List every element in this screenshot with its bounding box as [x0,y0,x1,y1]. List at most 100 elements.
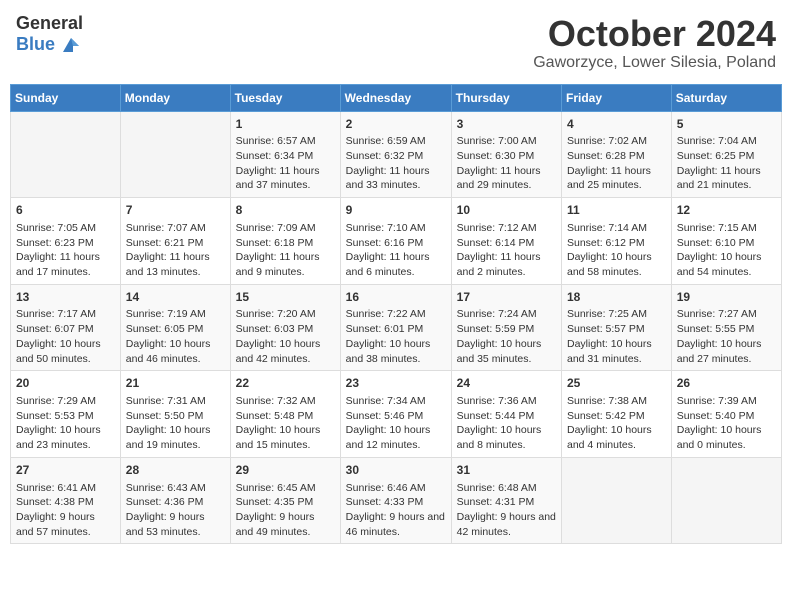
subtitle: Gaworzyce, Lower Silesia, Poland [533,54,776,72]
day-info: Sunrise: 7:15 AM Sunset: 6:10 PM Dayligh… [677,221,776,280]
day-number: 30 [346,462,446,479]
calendar-week-row: 27Sunrise: 6:41 AM Sunset: 4:38 PM Dayli… [11,457,782,544]
calendar-cell [11,111,121,198]
day-number: 25 [567,375,666,392]
calendar-cell: 25 Sunrise: 7:38 AM Sunset: 5:42 PM Dayli… [562,371,672,458]
calendar-cell [120,111,230,198]
day-number: 11 [567,202,666,219]
day-info: Sunrise: 6:57 AM Sunset: 6:34 PM Dayligh… [236,134,335,193]
calendar-cell: 30 Sunrise: 6:46 AM Sunset: 4:33 PM Dayli… [340,457,451,544]
calendar-cell: 19Sunrise: 7:27 AM Sunset: 5:55 PM Dayli… [671,284,781,371]
day-info: Sunrise: 7:14 AM Sunset: 6:12 PM Dayligh… [567,221,666,280]
day-info: Sunrise: 7:19 AM Sunset: 6:05 PM Dayligh… [126,307,225,366]
day-info: Sunrise: 7:31 AM Sunset: 5:50 PM Dayligh… [126,394,225,453]
day-info: Sunrise: 7:00 AM Sunset: 6:30 PM Dayligh… [457,134,556,193]
calendar-cell: 29Sunrise: 6:45 AM Sunset: 4:35 PM Dayli… [230,457,340,544]
day-number: 2 [346,116,446,133]
day-number: 8 [236,202,335,219]
calendar-cell: 27Sunrise: 6:41 AM Sunset: 4:38 PM Dayli… [11,457,121,544]
day-number: 6 [16,202,115,219]
calendar-cell: 16Sunrise: 7:22 AM Sunset: 6:01 PM Dayli… [340,284,451,371]
calendar-cell: 22 Sunrise: 7:32 AM Sunset: 5:48 PM Dayli… [230,371,340,458]
day-info: Sunrise: 7:22 AM Sunset: 6:01 PM Dayligh… [346,307,446,366]
calendar-week-row: 1Sunrise: 6:57 AM Sunset: 6:34 PM Daylig… [11,111,782,198]
day-info: Sunrise: 7:34 AM Sunset: 5:46 PM Dayligh… [346,394,446,453]
calendar-cell: 15Sunrise: 7:20 AM Sunset: 6:03 PM Dayli… [230,284,340,371]
day-info: Sunrise: 7:39 AM Sunset: 5:40 PM Dayligh… [677,394,776,453]
calendar-cell: 6 Sunrise: 7:05 AM Sunset: 6:23 PM Daylig… [11,198,121,285]
day-info: Sunrise: 7:25 AM Sunset: 5:57 PM Dayligh… [567,307,666,366]
day-number: 4 [567,116,666,133]
day-info: Sunrise: 6:41 AM Sunset: 4:38 PM Dayligh… [16,481,115,540]
calendar-cell: 17Sunrise: 7:24 AM Sunset: 5:59 PM Dayli… [451,284,561,371]
day-number: 18 [567,289,666,306]
calendar-header-monday: Monday [120,84,230,111]
day-info: Sunrise: 7:04 AM Sunset: 6:25 PM Dayligh… [677,134,776,193]
calendar-cell: 18Sunrise: 7:25 AM Sunset: 5:57 PM Dayli… [562,284,672,371]
day-number: 15 [236,289,335,306]
calendar-cell: 1Sunrise: 6:57 AM Sunset: 6:34 PM Daylig… [230,111,340,198]
calendar-cell: 7 Sunrise: 7:07 AM Sunset: 6:21 PM Daylig… [120,198,230,285]
day-number: 3 [457,116,556,133]
page-header: General Blue October 2024 Gaworzyce, Low… [10,10,782,76]
day-info: Sunrise: 7:02 AM Sunset: 6:28 PM Dayligh… [567,134,666,193]
calendar-header-row: SundayMondayTuesdayWednesdayThursdayFrid… [11,84,782,111]
day-info: Sunrise: 6:59 AM Sunset: 6:32 PM Dayligh… [346,134,446,193]
day-number: 23 [346,375,446,392]
calendar-week-row: 13Sunrise: 7:17 AM Sunset: 6:07 PM Dayli… [11,284,782,371]
day-number: 7 [126,202,225,219]
day-number: 28 [126,462,225,479]
main-title: October 2024 [533,14,776,54]
calendar-cell: 13Sunrise: 7:17 AM Sunset: 6:07 PM Dayli… [11,284,121,371]
logo: General Blue [16,14,83,56]
day-number: 13 [16,289,115,306]
day-number: 9 [346,202,446,219]
calendar-cell: 8 Sunrise: 7:09 AM Sunset: 6:18 PM Daylig… [230,198,340,285]
calendar-cell [562,457,672,544]
calendar-cell: 20Sunrise: 7:29 AM Sunset: 5:53 PM Dayli… [11,371,121,458]
day-info: Sunrise: 7:32 AM Sunset: 5:48 PM Dayligh… [236,394,335,453]
calendar-cell: 4Sunrise: 7:02 AM Sunset: 6:28 PM Daylig… [562,111,672,198]
calendar-cell: 9 Sunrise: 7:10 AM Sunset: 6:16 PM Daylig… [340,198,451,285]
day-info: Sunrise: 7:05 AM Sunset: 6:23 PM Dayligh… [16,221,115,280]
day-number: 29 [236,462,335,479]
day-info: Sunrise: 7:38 AM Sunset: 5:42 PM Dayligh… [567,394,666,453]
day-info: Sunrise: 7:20 AM Sunset: 6:03 PM Dayligh… [236,307,335,366]
calendar-cell: 23 Sunrise: 7:34 AM Sunset: 5:46 PM Dayli… [340,371,451,458]
day-number: 12 [677,202,776,219]
calendar-cell [671,457,781,544]
day-number: 5 [677,116,776,133]
calendar-cell: 31 Sunrise: 6:48 AM Sunset: 4:31 PM Dayli… [451,457,561,544]
day-number: 10 [457,202,556,219]
day-info: Sunrise: 6:43 AM Sunset: 4:36 PM Dayligh… [126,481,225,540]
day-info: Sunrise: 6:48 AM Sunset: 4:31 PM Dayligh… [457,481,556,540]
calendar-header-saturday: Saturday [671,84,781,111]
day-info: Sunrise: 7:24 AM Sunset: 5:59 PM Dayligh… [457,307,556,366]
day-number: 26 [677,375,776,392]
day-info: Sunrise: 7:10 AM Sunset: 6:16 PM Dayligh… [346,221,446,280]
day-number: 31 [457,462,556,479]
calendar-cell: 12 Sunrise: 7:15 AM Sunset: 6:10 PM Dayli… [671,198,781,285]
day-info: Sunrise: 7:36 AM Sunset: 5:44 PM Dayligh… [457,394,556,453]
day-number: 1 [236,116,335,133]
calendar-cell: 10Sunrise: 7:12 AM Sunset: 6:14 PM Dayli… [451,198,561,285]
day-info: Sunrise: 7:09 AM Sunset: 6:18 PM Dayligh… [236,221,335,280]
calendar-header-sunday: Sunday [11,84,121,111]
calendar-header-thursday: Thursday [451,84,561,111]
day-number: 22 [236,375,335,392]
calendar-cell: 28 Sunrise: 6:43 AM Sunset: 4:36 PM Dayli… [120,457,230,544]
title-block: October 2024 Gaworzyce, Lower Silesia, P… [533,14,776,72]
day-number: 24 [457,375,556,392]
calendar-header-friday: Friday [562,84,672,111]
day-info: Sunrise: 6:46 AM Sunset: 4:33 PM Dayligh… [346,481,446,540]
day-info: Sunrise: 7:27 AM Sunset: 5:55 PM Dayligh… [677,307,776,366]
logo-icon [59,34,81,56]
calendar-cell: 3Sunrise: 7:00 AM Sunset: 6:30 PM Daylig… [451,111,561,198]
day-number: 20 [16,375,115,392]
calendar-cell: 14Sunrise: 7:19 AM Sunset: 6:05 PM Dayli… [120,284,230,371]
logo-general: General [16,14,83,34]
logo-blue: Blue [16,35,55,55]
day-info: Sunrise: 7:17 AM Sunset: 6:07 PM Dayligh… [16,307,115,366]
day-info: Sunrise: 7:07 AM Sunset: 6:21 PM Dayligh… [126,221,225,280]
calendar-cell: 21Sunrise: 7:31 AM Sunset: 5:50 PM Dayli… [120,371,230,458]
